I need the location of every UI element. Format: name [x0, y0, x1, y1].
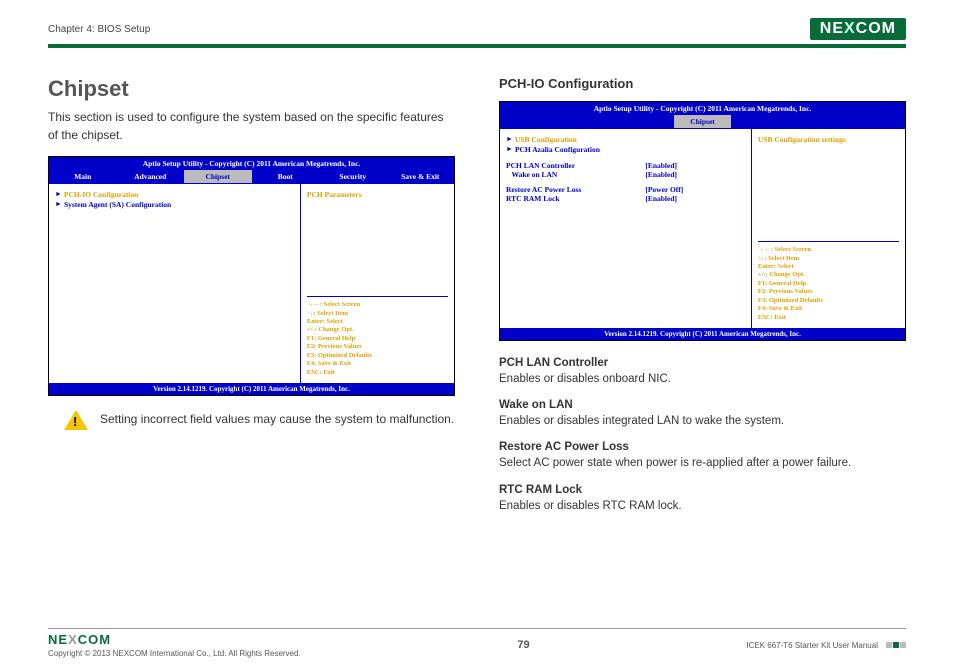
footer-copyright: Copyright © 2013 NEXCOM International Co…: [48, 649, 301, 658]
desc-pch-lan: PCH LAN Controller Enables or disables o…: [499, 355, 906, 387]
footer-logo: NEXCOM: [48, 632, 301, 647]
bios-help-pane: PCH Parameters →←: Select Screen ↑↓: Sel…: [301, 184, 454, 383]
bios-body: ►USB Configuration ►PCH Azalia Configura…: [500, 128, 905, 328]
bios-titlebar: Aptio Setup Utility - Copyright (C) 2011…: [49, 157, 454, 170]
tab-save-exit[interactable]: Save & Exit: [387, 170, 455, 183]
bios-footer: Version 2.14.1219. Copyright (C) 2011 Am…: [49, 383, 454, 395]
tab-chipset[interactable]: Chipset: [184, 170, 252, 183]
bios-tabs: Main Advanced Chipset Boot Security Save…: [49, 170, 454, 183]
tab-chipset[interactable]: Chipset: [674, 115, 731, 128]
section-intro: This section is used to configure the sy…: [48, 108, 455, 144]
submenu-usb-config[interactable]: ►USB Configuration: [506, 135, 745, 144]
page-footer: NEXCOM Copyright © 2013 NEXCOM Internati…: [48, 628, 906, 658]
setting-restore-ac[interactable]: Restore AC Power Loss[Power Off]: [506, 185, 745, 194]
brand-logo: NEXCOM: [810, 18, 906, 40]
tab-boot[interactable]: Boot: [252, 170, 320, 183]
warning-icon: [64, 410, 88, 430]
right-column: PCH-IO Configuration Aptio Setup Utility…: [499, 76, 906, 524]
bios-help-pane: USB Configuration settings →←: Select Sc…: [752, 129, 905, 328]
page-header: Chapter 4: BIOS Setup NEXCOM: [48, 18, 906, 48]
menu-pch-io[interactable]: ►PCH-IO Configuration: [55, 190, 294, 199]
submenu-azalia-config[interactable]: ►PCH Azalia Configuration: [506, 145, 745, 154]
tab-advanced[interactable]: Advanced: [117, 170, 185, 183]
bios-info-text: USB Configuration settings: [758, 135, 899, 144]
setting-wake-on-lan[interactable]: Wake on LAN[Enabled]: [506, 170, 745, 179]
chapter-label: Chapter 4: BIOS Setup: [48, 24, 150, 35]
bios-tabs: Chipset: [500, 115, 905, 128]
footer-manual: ICEK 667-T6 Starter Kit User Manual: [746, 641, 878, 650]
submenu-arrow-icon: ►: [506, 145, 513, 153]
bios-footer: Version 2.14.1219. Copyright (C) 2011 Am…: [500, 328, 905, 340]
page-number: 79: [517, 639, 529, 651]
menu-system-agent[interactable]: ►System Agent (SA) Configuration: [55, 200, 294, 209]
warning-text: Setting incorrect field values may cause…: [100, 410, 455, 428]
content-columns: Chipset This section is used to configur…: [48, 76, 906, 524]
footer-decor-icon: [886, 642, 906, 648]
bios-titlebar: Aptio Setup Utility - Copyright (C) 2011…: [500, 102, 905, 115]
bios-body: ►PCH-IO Configuration ►System Agent (SA)…: [49, 183, 454, 383]
left-column: Chipset This section is used to configur…: [48, 76, 455, 524]
bios-info-text: PCH Parameters: [307, 190, 448, 199]
bios-menu-pane: ►PCH-IO Configuration ►System Agent (SA)…: [49, 184, 301, 383]
bios-help-keys: →←: Select Screen ↑↓: Select Item Enter:…: [307, 296, 448, 377]
submenu-arrow-icon: ►: [55, 200, 62, 208]
bios-screenshot-chipset: Aptio Setup Utility - Copyright (C) 2011…: [48, 156, 455, 396]
bios-help-keys: →←: Select Screen ↑↓: Select Item Enter:…: [758, 241, 899, 322]
tab-security[interactable]: Security: [319, 170, 387, 183]
setting-pch-lan[interactable]: PCH LAN Controller[Enabled]: [506, 161, 745, 170]
desc-rtc-ram-lock: RTC RAM Lock Enables or disables RTC RAM…: [499, 482, 906, 514]
bios-screenshot-pchio: Aptio Setup Utility - Copyright (C) 2011…: [499, 101, 906, 341]
setting-rtc-ram-lock[interactable]: RTC RAM Lock[Enabled]: [506, 194, 745, 203]
bios-menu-pane: ►USB Configuration ►PCH Azalia Configura…: [500, 129, 752, 328]
desc-wake-on-lan: Wake on LAN Enables or disables integrat…: [499, 397, 906, 429]
submenu-arrow-icon: ►: [55, 190, 62, 198]
tab-main[interactable]: Main: [49, 170, 117, 183]
submenu-arrow-icon: ►: [506, 135, 513, 143]
section-title: Chipset: [48, 76, 455, 102]
subsection-title: PCH-IO Configuration: [499, 76, 906, 91]
warning-row: Setting incorrect field values may cause…: [48, 410, 455, 430]
desc-restore-ac: Restore AC Power Loss Select AC power st…: [499, 439, 906, 471]
footer-left: NEXCOM Copyright © 2013 NEXCOM Internati…: [48, 632, 301, 658]
